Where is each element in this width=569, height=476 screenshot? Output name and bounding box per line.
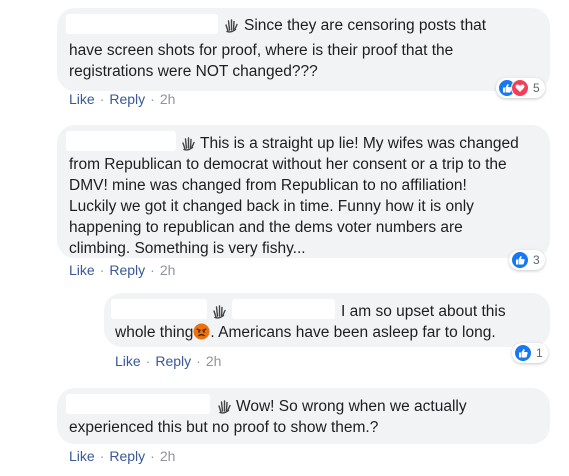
separator: · bbox=[196, 353, 201, 369]
commenter-name-redacted[interactable] bbox=[66, 131, 176, 151]
separator: · bbox=[99, 91, 105, 107]
thumbs-up-icon bbox=[511, 251, 529, 269]
timestamp[interactable]: 2h bbox=[160, 262, 176, 278]
reply-button[interactable]: Reply bbox=[109, 91, 145, 107]
angry-face-icon bbox=[193, 323, 210, 340]
reaction-count: 5 bbox=[533, 81, 540, 95]
like-button[interactable]: Like bbox=[69, 91, 95, 107]
tagged-name-redacted[interactable] bbox=[232, 299, 335, 319]
comment-text: registrations were NOT changed??? bbox=[69, 63, 318, 80]
timestamp[interactable]: 2h bbox=[160, 448, 176, 464]
timestamp[interactable]: 2h bbox=[206, 353, 222, 369]
comment-actions: Like · Reply · 2h bbox=[69, 448, 175, 464]
waving-hand-icon bbox=[182, 137, 195, 151]
comment-text: Wow! So wrong when we actually bbox=[236, 398, 467, 415]
comment-text: Luckily we got it changed back in time. … bbox=[69, 198, 474, 215]
comment-actions: Like · Reply · 2h bbox=[69, 91, 175, 107]
separator: · bbox=[99, 262, 105, 278]
waving-hand-icon bbox=[218, 400, 231, 414]
heart-icon bbox=[511, 79, 529, 97]
commenter-name-redacted[interactable] bbox=[66, 394, 210, 414]
separator: · bbox=[150, 262, 155, 278]
comment-text: DMV! mine was changed from Republican to… bbox=[69, 177, 467, 194]
comment-text-part: . Americans have been asleep far to long… bbox=[210, 324, 496, 341]
separator: · bbox=[99, 448, 105, 464]
comment-text: have screen shots for proof, where is th… bbox=[69, 42, 454, 59]
comment-text: from Republican to democrat without her … bbox=[69, 156, 507, 173]
comment-text-part: whole thing bbox=[115, 324, 194, 341]
comment-text: happening to republican and the dems vot… bbox=[69, 219, 463, 236]
reply-button[interactable]: Reply bbox=[109, 448, 145, 464]
comment-actions: Like · Reply · 2h bbox=[69, 262, 175, 278]
like-button[interactable]: Like bbox=[115, 353, 141, 369]
comment-text: experienced this but no proof to show th… bbox=[69, 419, 379, 436]
commenter-name-redacted[interactable] bbox=[111, 299, 207, 319]
thumbs-up-icon bbox=[514, 344, 532, 362]
reaction-summary[interactable]: 5 bbox=[496, 78, 545, 98]
reaction-count: 3 bbox=[533, 253, 540, 267]
separator: · bbox=[150, 448, 155, 464]
reaction-summary[interactable]: 1 bbox=[512, 343, 548, 363]
waving-hand-icon bbox=[213, 305, 226, 319]
like-button[interactable]: Like bbox=[69, 448, 95, 464]
comment-text: This is a straight up lie! My wifes was … bbox=[200, 135, 519, 152]
comment-text: whole thing . Americans have been asleep… bbox=[115, 322, 496, 343]
reaction-summary[interactable]: 3 bbox=[509, 250, 545, 270]
like-button[interactable]: Like bbox=[69, 262, 95, 278]
separator: · bbox=[150, 91, 155, 107]
comment-text: climbing. Something is very fishy... bbox=[69, 240, 306, 257]
commenter-name-redacted[interactable] bbox=[66, 14, 218, 34]
comment-text: I am so upset about this bbox=[341, 303, 506, 320]
comment-actions: Like · Reply · 2h bbox=[115, 353, 221, 369]
timestamp[interactable]: 2h bbox=[160, 91, 176, 107]
comment-text: Since they are censoring posts that bbox=[244, 17, 487, 34]
reply-button[interactable]: Reply bbox=[155, 353, 191, 369]
reaction-count: 1 bbox=[536, 346, 543, 360]
waving-hand-icon bbox=[225, 19, 238, 33]
reply-button[interactable]: Reply bbox=[109, 262, 145, 278]
separator: · bbox=[145, 353, 151, 369]
